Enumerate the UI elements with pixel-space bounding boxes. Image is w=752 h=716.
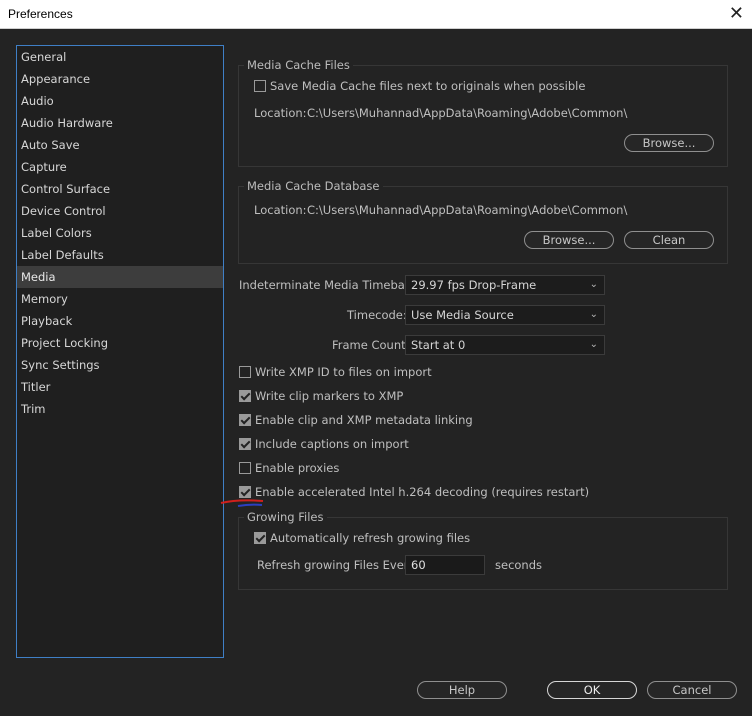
sidebar-item-label: Media [21,270,56,284]
write-clip-markers-checkbox[interactable] [239,390,251,402]
media-cache-db-location-value: C:\Users\Muhannad\AppData\Roaming\Adobe\… [307,203,628,217]
sidebar-item-label: Label Colors [21,226,92,240]
frame-count-label: Frame Count: [332,338,410,352]
timecode-select[interactable]: Use Media Source ⌄ [405,305,605,325]
sidebar-item-memory[interactable]: Memory [17,288,223,310]
sidebar-item-label-defaults[interactable]: Label Defaults [17,244,223,266]
sidebar-item-label: Audio [21,94,54,108]
enable-proxies-checkbox[interactable] [239,462,251,474]
timebase-label: Indeterminate Media Timebase: [239,278,422,292]
sidebar-item-label: Label Defaults [21,248,104,262]
help-button[interactable]: Help [417,681,507,699]
sidebar-item-label: Audio Hardware [21,116,113,130]
save-next-to-originals-label: Save Media Cache files next to originals… [270,79,586,93]
media-cache-browse-button[interactable]: Browse... [624,134,714,152]
sidebar-item-label: Appearance [21,72,91,86]
title-bar: Preferences ✕ [0,0,752,29]
sidebar-item-capture[interactable]: Capture [17,156,223,178]
sidebar-item-general[interactable]: General [17,46,223,68]
media-cache-database-title: Media Cache Database [244,179,383,193]
accelerated-h264-label: Enable accelerated Intel h.264 decoding … [255,485,590,499]
cancel-button[interactable]: Cancel [647,681,737,699]
write-clip-markers-label: Write clip markers to XMP [255,389,404,403]
sidebar-item-label: Playback [21,314,73,328]
media-cache-location-value: C:\Users\Muhannad\AppData\Roaming\Adobe\… [307,106,628,120]
sidebar-item-media[interactable]: Media [17,266,223,288]
sidebar-item-titler[interactable]: Titler [17,376,223,398]
write-xmp-id-checkbox[interactable] [239,366,251,378]
ok-button[interactable]: OK [547,681,637,699]
refresh-interval-value: 60 [411,558,426,572]
sidebar-item-device-control[interactable]: Device Control [17,200,223,222]
auto-refresh-checkbox[interactable] [254,532,266,544]
media-cache-db-location-label: Location: [254,203,307,217]
clip-xmp-linking-label: Enable clip and XMP metadata linking [255,413,473,427]
enable-proxies-label: Enable proxies [255,461,340,475]
sidebar-item-label: Device Control [21,204,106,218]
sidebar-item-audio[interactable]: Audio [17,90,223,112]
annotation-underline [220,499,264,507]
sidebar-item-label: Memory [21,292,68,306]
sidebar-item-label: Sync Settings [21,358,100,372]
include-captions-checkbox[interactable] [239,438,251,450]
timecode-label: Timecode: [347,308,407,322]
save-next-to-originals-checkbox[interactable] [254,80,266,92]
frame-count-select[interactable]: Start at 0 ⌄ [405,335,605,355]
sidebar-item-label: Titler [21,380,51,394]
chevron-down-icon: ⌄ [589,339,598,350]
growing-files-title: Growing Files [244,510,327,524]
sidebar-item-appearance[interactable]: Appearance [17,68,223,90]
window-title: Preferences [8,7,73,21]
sidebar-item-label-colors[interactable]: Label Colors [17,222,223,244]
sidebar-item-label: Control Surface [21,182,111,196]
write-xmp-id-label: Write XMP ID to files on import [255,365,432,379]
timecode-value: Use Media Source [411,308,514,322]
sidebar-item-auto-save[interactable]: Auto Save [17,134,223,156]
sidebar-item-project-locking[interactable]: Project Locking [17,332,223,354]
media-cache-location-label: Location: [254,106,307,120]
sidebar-item-trim[interactable]: Trim [17,398,223,420]
timebase-select[interactable]: 29.97 fps Drop-Frame ⌄ [405,275,605,295]
media-cache-database-group [238,186,728,264]
clean-button[interactable]: Clean [624,231,714,249]
sidebar-item-label: General [21,50,67,64]
preferences-category-list[interactable]: General Appearance Audio Audio Hardware … [16,45,224,658]
close-icon[interactable]: ✕ [729,3,744,24]
sidebar-item-playback[interactable]: Playback [17,310,223,332]
timebase-value: 29.97 fps Drop-Frame [411,278,537,292]
chevron-down-icon: ⌄ [589,279,598,290]
media-cache-files-title: Media Cache Files [244,58,353,72]
sidebar-item-label: Project Locking [21,336,109,350]
include-captions-label: Include captions on import [255,437,409,451]
frame-count-value: Start at 0 [411,338,466,352]
refresh-interval-label: Refresh growing Files Every [257,558,416,572]
sidebar-item-audio-hardware[interactable]: Audio Hardware [17,112,223,134]
sidebar-item-label: Auto Save [21,138,80,152]
refresh-interval-input[interactable]: 60 [405,555,485,575]
media-cache-db-browse-button[interactable]: Browse... [524,231,614,249]
growing-files-group [238,517,728,590]
chevron-down-icon: ⌄ [589,309,598,320]
sidebar-item-label: Capture [21,160,67,174]
clip-xmp-linking-checkbox[interactable] [239,414,251,426]
refresh-unit-label: seconds [495,558,543,572]
sidebar-item-control-surface[interactable]: Control Surface [17,178,223,200]
auto-refresh-label: Automatically refresh growing files [270,531,471,545]
sidebar-item-label: Trim [21,402,46,416]
sidebar-item-sync-settings[interactable]: Sync Settings [17,354,223,376]
